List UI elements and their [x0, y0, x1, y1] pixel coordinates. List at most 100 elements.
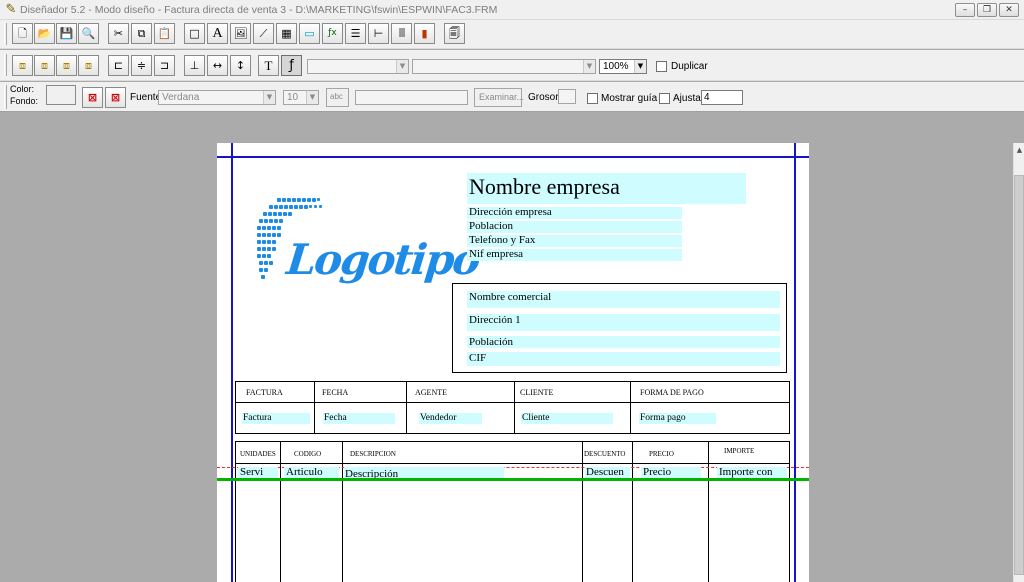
factura-value: Factura [243, 413, 272, 423]
distribute-vertical-button[interactable]: ↕ [230, 55, 251, 76]
align-bottom-button[interactable]: ⊥ [184, 55, 205, 76]
grosor-input[interactable] [558, 89, 576, 104]
restore-button[interactable]: ❐ [977, 3, 997, 17]
logo-dot [257, 233, 261, 237]
bring-front-button[interactable]: ⧈ [12, 55, 33, 76]
window-title: Diseñador 5.2 - Modo diseño - Factura di… [20, 4, 498, 16]
send-backward-button[interactable]: ⧈ [78, 55, 99, 76]
align-right-button[interactable]: ⊐ [154, 55, 175, 76]
font-style-button[interactable]: abc [326, 88, 349, 107]
field-formula-button[interactable]: ƒ [281, 55, 302, 76]
logo-dot [274, 219, 278, 223]
page-setup-button[interactable]: 🗐 [444, 23, 465, 44]
line-tool-button[interactable]: ⟋ [253, 23, 274, 44]
logo-text[interactable]: Logotipo [284, 235, 481, 284]
logo-dot [299, 205, 303, 209]
invoice-page[interactable]: Logotipo Nombre empresa Dirección empres… [217, 143, 809, 582]
save-button[interactable]: 💾 [56, 23, 77, 44]
company-nif: Nif empresa [469, 248, 524, 260]
client-city-field[interactable] [467, 336, 780, 348]
chart-tool-button[interactable]: ▮ [414, 23, 435, 44]
logo-dot [282, 198, 286, 202]
company-address: Dirección empresa [469, 206, 552, 218]
align-center-button[interactable]: ≑ [131, 55, 152, 76]
logo-dot [288, 212, 292, 216]
print-preview-button[interactable]: 🔍 [78, 23, 99, 44]
no-color-button[interactable]: ⊠ [82, 87, 103, 108]
client-cif-field[interactable] [467, 352, 780, 366]
tree-tool-button[interactable]: ⊢ [368, 23, 389, 44]
image-path-input[interactable] [355, 90, 468, 105]
close-button[interactable]: ✕ [999, 3, 1019, 17]
zoom-select[interactable]: 100% ▼ [599, 59, 647, 74]
preview-icon: 🔍 [81, 27, 96, 40]
col-forma-pago-header: FORMA DE PAGO [640, 388, 704, 397]
image-icon: 🖼 [233, 27, 248, 40]
ajustar-input[interactable]: 4 [701, 90, 743, 105]
field-tool-button[interactable]: ▭ [299, 23, 320, 44]
scroll-up-icon[interactable]: ▲ [1014, 143, 1024, 157]
color-swatch[interactable] [46, 85, 76, 105]
list-tool-button[interactable]: ☰ [345, 23, 366, 44]
examinar-button[interactable]: Examinar... [474, 88, 524, 107]
ajustar-checkbox[interactable] [659, 93, 670, 104]
col-descuento-header: DESCUENTO [584, 450, 626, 458]
scroll-thumb[interactable] [1014, 175, 1024, 575]
align-left-button[interactable]: ⊏ [108, 55, 129, 76]
left-margin-guide [231, 143, 233, 582]
object-combo[interactable]: ▼ [307, 59, 409, 74]
send-back-button[interactable]: ⧈ [34, 55, 55, 76]
col-cliente-header: CLIENTE [520, 388, 554, 397]
font-select[interactable]: Verdana ▼ [158, 90, 276, 105]
detail-band-end-guide[interactable] [217, 478, 809, 481]
logo-dot [272, 226, 276, 230]
text-tool-button[interactable]: A [207, 23, 228, 44]
fondo-label: Fondo: [10, 96, 39, 106]
logo-dot [307, 198, 311, 202]
fecha-value: Fecha [324, 413, 347, 423]
barcode-tool-button[interactable]: ||| [391, 23, 412, 44]
image-tool-button[interactable]: 🖼 [230, 23, 251, 44]
copy-button[interactable]: ⧉ [131, 23, 152, 44]
vendedor-value: Vendedor [420, 413, 457, 423]
client-cif: CIF [469, 352, 487, 364]
send-back-icon: ⧈ [41, 59, 48, 72]
logo-dot [269, 219, 273, 223]
col-unidades-header: UNIDADES [240, 450, 276, 458]
client-city: Población [469, 336, 513, 348]
text-mode-button[interactable]: T [258, 55, 279, 76]
logo-dot [267, 233, 271, 237]
header-col-sep [630, 381, 631, 434]
logo-dot [259, 219, 263, 223]
logo-dot [319, 205, 322, 208]
new-document-button[interactable]: 🗋 [12, 23, 33, 44]
logo-dot [264, 268, 268, 272]
grid-tool-button[interactable]: ▦ [276, 23, 297, 44]
clear-color-icon: ⊠ [87, 91, 98, 104]
logo-dot [257, 247, 261, 251]
paste-icon: 📋 [157, 27, 172, 40]
rectangle-tool-button[interactable]: □ [184, 23, 205, 44]
importe-value: Importe con [719, 466, 773, 478]
minimize-button[interactable]: – [955, 3, 975, 17]
client-address: Dirección 1 [469, 314, 521, 326]
chevron-down-icon: ▼ [634, 60, 646, 73]
paste-button[interactable]: 📋 [154, 23, 175, 44]
open-button[interactable]: 📂 [34, 23, 55, 44]
distribute-horizontal-button[interactable]: ↔ [207, 55, 228, 76]
bar-chart-icon: ▮ [421, 27, 428, 40]
duplicar-checkbox[interactable] [656, 61, 667, 72]
no-fill-button[interactable]: ⊠ [105, 87, 126, 108]
property-combo[interactable]: ▼ [412, 59, 596, 74]
logo-dot [272, 240, 276, 244]
col-codigo-header: CODIGO [294, 450, 322, 458]
cut-button[interactable]: ✂ [108, 23, 129, 44]
logo-dot [267, 240, 271, 244]
formula-tool-button[interactable]: ƒx [322, 23, 343, 44]
bring-forward-button[interactable]: ⧈ [56, 55, 77, 76]
font-size-select[interactable]: 10 ▼ [283, 90, 319, 105]
header-col-sep [514, 381, 515, 434]
mostrar-guia-checkbox[interactable] [587, 93, 598, 104]
vertical-scrollbar[interactable]: ▲ [1013, 143, 1024, 582]
col-agente-header: AGENTE [415, 388, 447, 397]
